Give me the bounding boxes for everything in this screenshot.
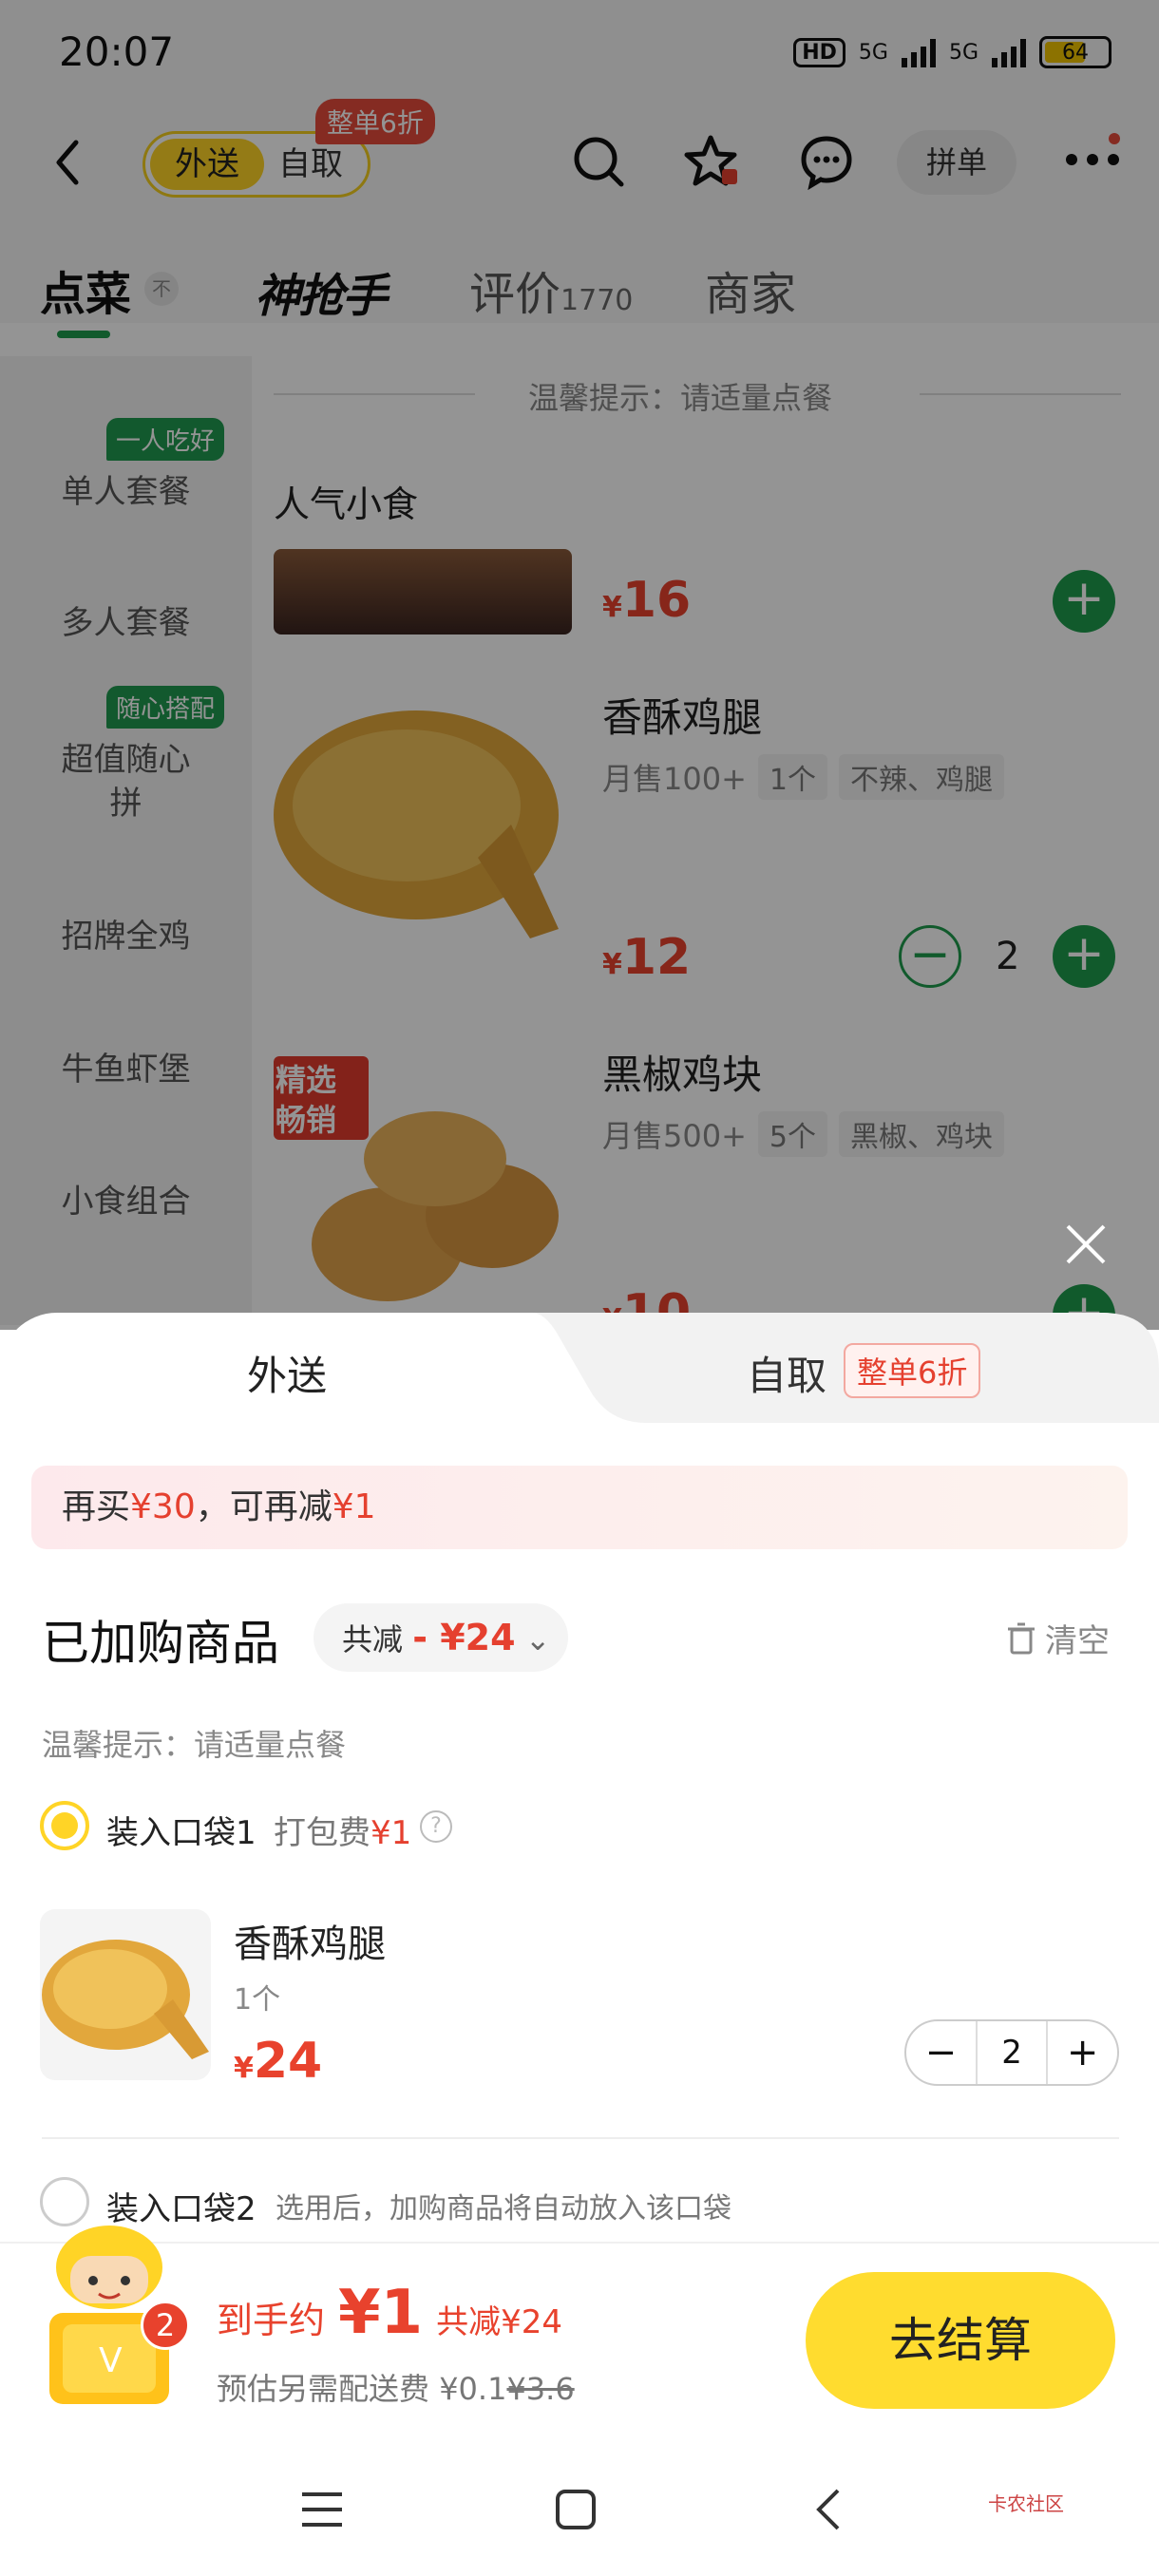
sheet-tab-pickup[interactable]: 自取 (747, 1344, 826, 1402)
packing-fee: 打包费¥1 (274, 1814, 412, 1852)
cart-title: 已加购商品 (42, 1616, 279, 1671)
cart-count-badge: 2 (141, 2301, 190, 2350)
watermark: 卡农社区 (988, 2492, 1064, 2515)
app-screen: 20:07 HD 5G 5G 64 外送 自取 整单6折 拼单 点菜 不 神抢手… (0, 0, 1159, 2576)
quantity-stepper[interactable]: − 2 + (904, 2019, 1119, 2086)
promo-banner: 再买¥30，可再减¥1 (31, 1466, 1128, 1549)
help-icon[interactable]: ? (420, 1810, 452, 1843)
cart-item-price: ¥24 (234, 2033, 323, 2090)
bag1-label: 装入口袋1 (106, 1814, 256, 1852)
delivery-fee-estimate: 预估另需配送费 ¥0.1¥3.6 (217, 2371, 575, 2407)
menu-icon[interactable] (300, 2491, 344, 2529)
clear-cart-button[interactable]: 清空 (1007, 1615, 1110, 1661)
discount-detail-button[interactable]: 共减 - ¥24 ⌄ (314, 1603, 568, 1672)
chevron-down-icon: ⌄ (524, 1621, 551, 1657)
cart-item-image (40, 1909, 211, 2080)
cart-item-name: 香酥鸡腿 (234, 1923, 386, 1966)
final-price: 到手约 ¥1 共减¥24 (217, 2278, 562, 2348)
sheet-tab-delivery[interactable]: 外送 (247, 1344, 327, 1402)
close-icon[interactable] (1062, 1221, 1110, 1268)
checkout-button[interactable]: 去结算 (806, 2272, 1115, 2409)
home-icon[interactable] (555, 2489, 597, 2530)
warm-tip: 温馨提示：请适量点餐 (42, 1727, 347, 1763)
decrease-button[interactable]: − (906, 2021, 976, 2084)
pickup-discount-badge: 整单6折 (844, 1343, 981, 1398)
svg-text:V: V (99, 2341, 123, 2380)
increase-button[interactable]: + (1048, 2021, 1117, 2084)
cart-item-spec: 1个 (234, 1983, 281, 2017)
sheet-tab-background (532, 1313, 1159, 1423)
dim-overlay[interactable] (0, 0, 1159, 1330)
bag1-radio[interactable] (40, 1801, 89, 1850)
back-nav-icon[interactable] (813, 2487, 842, 2532)
bag2-hint: 选用后，加购商品将自动放入该口袋 (276, 2192, 732, 2226)
quantity-value: 2 (975, 2021, 1049, 2084)
divider (42, 2137, 1119, 2139)
trash-icon (1008, 1622, 1035, 1654)
